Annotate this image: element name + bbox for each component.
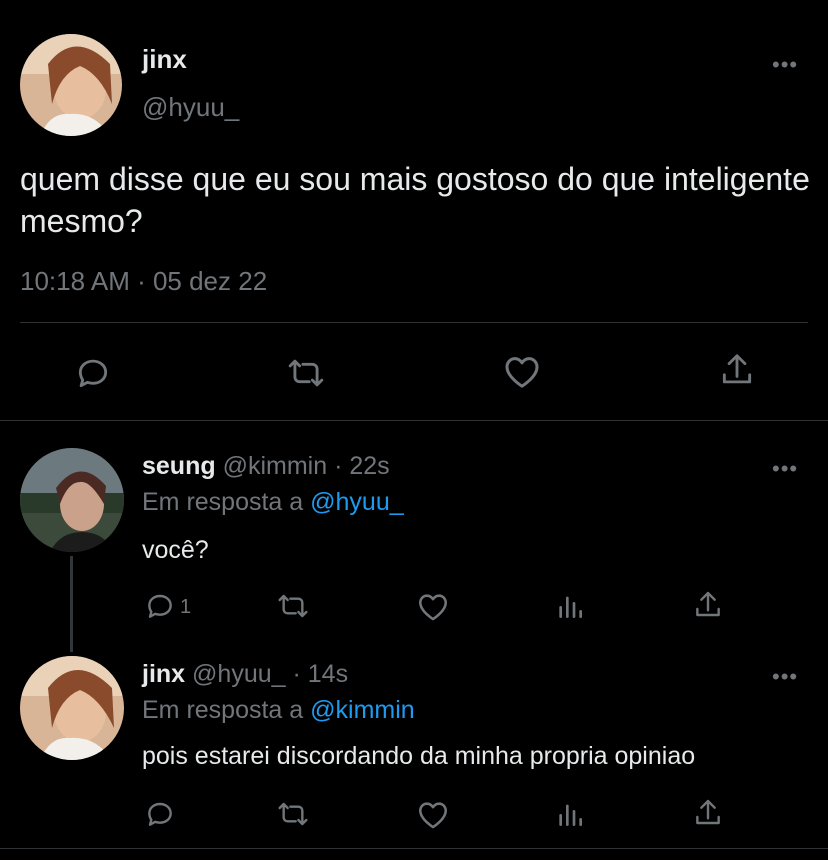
reply-icon[interactable]: [144, 798, 176, 830]
retweet-icon[interactable]: [286, 354, 326, 392]
share-icon[interactable]: [718, 350, 756, 390]
in-reply-to: Em resposta a @hyuu_: [142, 488, 404, 517]
in-reply-mention[interactable]: @kimmin: [310, 696, 415, 724]
in-reply-to: Em resposta a @kimmin: [142, 696, 415, 725]
divider: [20, 322, 808, 323]
divider: [0, 420, 828, 421]
in-reply-label: Em resposta a: [142, 696, 304, 724]
share-icon[interactable]: [692, 588, 724, 622]
analytics-icon[interactable]: [554, 590, 586, 622]
reply-icon[interactable]: [74, 354, 112, 392]
like-icon[interactable]: [502, 352, 542, 392]
thread-connector: [70, 556, 73, 652]
reply-text: você?: [142, 536, 209, 564]
reply-avatar[interactable]: [20, 448, 124, 552]
more-horizontal-icon[interactable]: •••: [772, 52, 798, 78]
reply-author-handle[interactable]: @hyuu_: [192, 660, 286, 688]
share-icon[interactable]: [692, 796, 724, 830]
like-icon[interactable]: [416, 590, 450, 624]
in-reply-mention[interactable]: @hyuu_: [310, 488, 404, 516]
in-reply-label: Em resposta a: [142, 488, 304, 516]
reply-text: pois estarei discordando da minha propri…: [142, 742, 696, 770]
reply-header: jinx @hyuu_ · 14s: [142, 660, 348, 689]
retweet-icon[interactable]: [276, 590, 310, 622]
retweet-icon[interactable]: [276, 798, 310, 830]
divider: [0, 848, 828, 849]
reply-count: 1: [180, 596, 192, 618]
more-horizontal-icon[interactable]: •••: [772, 456, 798, 482]
analytics-icon[interactable]: [554, 798, 586, 830]
tweet-timestamp[interactable]: 10:18 AM · 05 dez 22: [20, 266, 267, 297]
reply-author-handle[interactable]: @kimmin: [223, 452, 328, 480]
reply-avatar[interactable]: [20, 656, 124, 760]
author-avatar[interactable]: [20, 34, 122, 136]
reply-time[interactable]: · 14s: [292, 660, 348, 688]
reply-time[interactable]: · 22s: [334, 452, 390, 480]
more-horizontal-icon[interactable]: •••: [772, 664, 798, 690]
reply-author-name[interactable]: jinx: [142, 660, 185, 688]
reply-author-name[interactable]: seung: [142, 452, 216, 480]
like-icon[interactable]: [416, 798, 450, 832]
author-name[interactable]: jinx: [142, 44, 187, 75]
tweet-text: quem disse que eu sou mais gostoso do qu…: [20, 161, 810, 239]
reply-header: seung @kimmin · 22s: [142, 452, 390, 481]
reply-icon[interactable]: [144, 590, 176, 622]
author-handle[interactable]: @hyuu_: [142, 92, 239, 123]
